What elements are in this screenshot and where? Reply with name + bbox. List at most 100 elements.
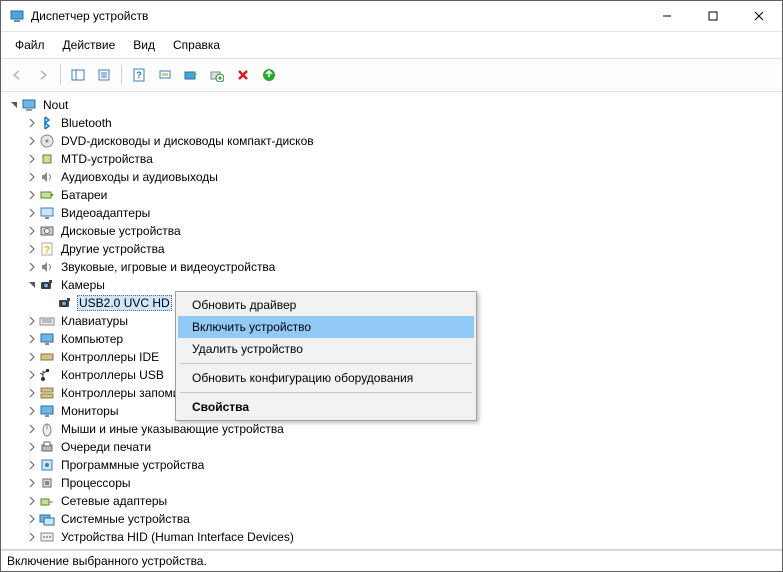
tree-category-software[interactable]: Программные устройства bbox=[3, 456, 780, 474]
menu-separator bbox=[180, 363, 472, 364]
tree-category-audio[interactable]: Аудиовходы и аудиовыходы bbox=[3, 168, 780, 186]
expander-icon[interactable] bbox=[25, 404, 39, 418]
expander-icon[interactable] bbox=[25, 170, 39, 184]
tree-item-label: Клавиатуры bbox=[59, 314, 130, 328]
properties-button[interactable] bbox=[92, 63, 116, 87]
tree-item-label: Дисковые устройства bbox=[59, 224, 183, 238]
speaker-icon bbox=[39, 169, 55, 185]
tree-item-label: Системные устройства bbox=[59, 512, 192, 526]
ctx-remove[interactable]: Удалить устройство bbox=[178, 338, 474, 360]
menu-help[interactable]: Справка bbox=[165, 36, 228, 54]
battery-icon bbox=[39, 187, 55, 203]
tree-item-label: Мониторы bbox=[59, 404, 120, 418]
enable-button[interactable] bbox=[257, 63, 281, 87]
tree-category-cpu[interactable]: Процессоры bbox=[3, 474, 780, 492]
tree-category-soundgame[interactable]: Звуковые, игровые и видеоустройства bbox=[3, 258, 780, 276]
expander-icon[interactable] bbox=[7, 98, 21, 112]
titlebar: Диспетчер устройств bbox=[1, 1, 782, 32]
tree-category-bluetooth[interactable]: Bluetooth bbox=[3, 114, 780, 132]
monitor-icon bbox=[39, 403, 55, 419]
disc-icon bbox=[39, 133, 55, 149]
bt-icon bbox=[39, 115, 55, 131]
net-icon bbox=[39, 493, 55, 509]
hdd-icon bbox=[39, 223, 55, 239]
tree-category-printq[interactable]: Очереди печати bbox=[3, 438, 780, 456]
tree-root[interactable]: Nout bbox=[3, 96, 780, 114]
tree-item-label: Видеоадаптеры bbox=[59, 206, 152, 220]
expander-icon[interactable] bbox=[25, 152, 39, 166]
show-hide-tree-button[interactable] bbox=[66, 63, 90, 87]
tree-category-dvd[interactable]: DVD-дисководы и дисководы компакт-дисков bbox=[3, 132, 780, 150]
tree-category-net[interactable]: Сетевые адаптеры bbox=[3, 492, 780, 510]
tree-category-video[interactable]: Видеоадаптеры bbox=[3, 204, 780, 222]
expander-icon[interactable] bbox=[25, 206, 39, 220]
keyboard-icon bbox=[39, 313, 55, 329]
computer-icon bbox=[21, 97, 37, 113]
expander-icon[interactable] bbox=[25, 332, 39, 346]
expander-icon[interactable] bbox=[25, 494, 39, 508]
ctx-upd[interactable]: Обновить драйвер bbox=[178, 294, 474, 316]
tree-item-label: DVD-дисководы и дисководы компакт-дисков bbox=[59, 134, 316, 148]
expander-icon[interactable] bbox=[25, 458, 39, 472]
minimize-button[interactable] bbox=[644, 1, 690, 31]
context-menu: Обновить драйверВключить устройствоУдали… bbox=[175, 291, 477, 421]
uninstall-button[interactable] bbox=[205, 63, 229, 87]
menu-view[interactable]: Вид bbox=[125, 36, 163, 54]
expander-icon[interactable] bbox=[25, 476, 39, 490]
storage-icon bbox=[39, 385, 55, 401]
tree-category-mtd[interactable]: MTD-устройства bbox=[3, 150, 780, 168]
tree-item-label: Контроллеры IDE bbox=[59, 350, 161, 364]
window-title: Диспетчер устройств bbox=[31, 9, 644, 23]
maximize-button[interactable] bbox=[690, 1, 736, 31]
tree-category-system[interactable]: Системные устройства bbox=[3, 510, 780, 528]
tree-category-hid[interactable]: Устройства HID (Human Interface Devices) bbox=[3, 528, 780, 546]
hid-icon bbox=[39, 529, 55, 545]
expander-icon[interactable] bbox=[25, 386, 39, 400]
expander-icon[interactable] bbox=[25, 278, 39, 292]
back-button[interactable] bbox=[5, 63, 29, 87]
tree-category-other[interactable]: ?Другие устройства bbox=[3, 240, 780, 258]
expander-icon[interactable] bbox=[25, 260, 39, 274]
tree-item-label: Аудиовходы и аудиовыходы bbox=[59, 170, 220, 184]
expander-icon[interactable] bbox=[25, 224, 39, 238]
tree-item-label: Звуковые, игровые и видеоустройства bbox=[59, 260, 277, 274]
expander-icon[interactable] bbox=[25, 242, 39, 256]
ctx-props[interactable]: Свойства bbox=[178, 396, 474, 418]
expander-icon[interactable] bbox=[25, 440, 39, 454]
menu-action[interactable]: Действие bbox=[55, 36, 124, 54]
expander-icon[interactable] bbox=[25, 134, 39, 148]
tree-category-disk[interactable]: Дисковые устройства bbox=[3, 222, 780, 240]
expander-icon[interactable] bbox=[25, 530, 39, 544]
tree-item-label: Устройства HID (Human Interface Devices) bbox=[59, 530, 296, 544]
update-driver-button[interactable] bbox=[179, 63, 203, 87]
menu-file[interactable]: Файл bbox=[7, 36, 53, 54]
tree-root-label: Nout bbox=[41, 98, 70, 112]
ide-icon bbox=[39, 349, 55, 365]
close-button[interactable] bbox=[736, 1, 782, 31]
tree-item-label: Контроллеры USB bbox=[59, 368, 166, 382]
tree-item-label: Процессоры bbox=[59, 476, 133, 490]
usb-icon bbox=[39, 367, 55, 383]
ctx-enable[interactable]: Включить устройство bbox=[178, 316, 474, 338]
help-button[interactable]: ? bbox=[127, 63, 151, 87]
svg-text:?: ? bbox=[44, 245, 50, 256]
expander-icon[interactable] bbox=[25, 368, 39, 382]
expander-icon[interactable] bbox=[25, 422, 39, 436]
scan-hardware-button[interactable] bbox=[153, 63, 177, 87]
status-text: Включение выбранного устройства. bbox=[7, 554, 207, 568]
menu-separator bbox=[180, 392, 472, 393]
tree-item-label: Мыши и иные указывающие устройства bbox=[59, 422, 286, 436]
expander-icon[interactable] bbox=[25, 350, 39, 364]
expander-icon[interactable] bbox=[25, 116, 39, 130]
disable-button[interactable] bbox=[231, 63, 255, 87]
tree-category-mice[interactable]: Мыши и иные указывающие устройства bbox=[3, 420, 780, 438]
tree-item-label: Очереди печати bbox=[59, 440, 153, 454]
expander-icon[interactable] bbox=[25, 512, 39, 526]
expander-icon[interactable] bbox=[25, 314, 39, 328]
toolbar-sep bbox=[121, 65, 122, 85]
ctx-scan[interactable]: Обновить конфигурацию оборудования bbox=[178, 367, 474, 389]
forward-button[interactable] bbox=[31, 63, 55, 87]
expander-icon[interactable] bbox=[25, 188, 39, 202]
unknown-icon: ? bbox=[39, 241, 55, 257]
tree-category-battery[interactable]: Батареи bbox=[3, 186, 780, 204]
